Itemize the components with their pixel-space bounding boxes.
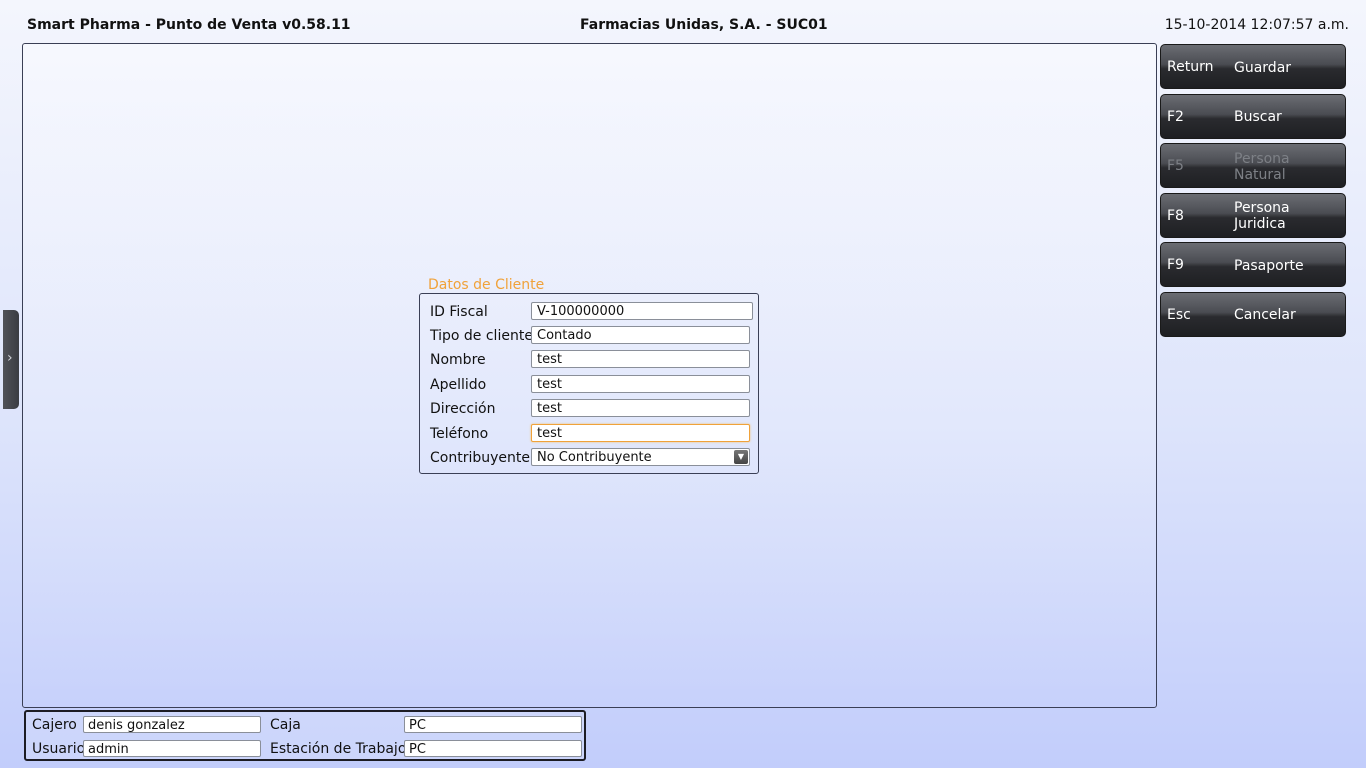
taxpayer-selected-value: No Contribuyente [537,450,652,465]
shortcut-key: Esc [1167,306,1191,323]
client-type-label: Tipo de cliente [430,328,533,344]
form-row-tipo-cliente: Tipo de cliente Contado [420,326,760,348]
form-row-telefono: Teléfono test [420,424,760,446]
company-branch: Farmacias Unidas, S.A. - SUC01 [580,17,828,33]
workstation-label: Estación de Trabajo [270,741,407,757]
address-label: Dirección [430,401,496,417]
first-name-input[interactable]: test [531,350,750,368]
app-title: Smart Pharma - Punto de Venta v0.58.11 [27,17,351,33]
user-field: admin [83,740,261,757]
taxpayer-select[interactable]: No Contribuyente ▼ [531,448,750,466]
shortcut-key: F5 [1167,158,1184,174]
side-panel-toggle[interactable]: › [3,310,19,409]
form-row-id-fiscal: ID Fiscal V-100000000 [420,302,760,324]
chevron-right-icon: › [7,350,13,366]
user-label: Usuario [32,741,86,757]
shortcut-key: Return [1167,59,1214,75]
register-field: PC [404,716,582,733]
shortcut-key: F9 [1167,257,1184,273]
last-name-label: Apellido [430,377,487,393]
phone-label: Teléfono [430,426,489,442]
chevron-down-icon[interactable]: ▼ [734,450,748,464]
client-type-input[interactable]: Contado [531,326,750,344]
datetime: 15-10-2014 12:07:57 a.m. [1164,17,1349,33]
cashier-label: Cajero [32,717,77,733]
button-label: Buscar [1234,109,1282,125]
button-label: Persona Natural [1234,150,1290,183]
function-keys-panel: Return Guardar F2 Buscar F5 Persona Natu… [1160,44,1348,341]
legal-entity-button[interactable]: F8 Persona Juridica [1160,192,1346,238]
form-row-direccion: Dirección test [420,399,760,421]
form-row-contribuyente: Contribuyente No Contribuyente ▼ [420,448,760,470]
button-label: Guardar [1234,59,1292,76]
button-label: Cancelar [1234,307,1296,323]
taxpayer-label: Contribuyente [430,450,530,466]
id-fiscal-label: ID Fiscal [430,304,488,320]
client-form: ID Fiscal V-100000000 Tipo de cliente Co… [419,293,759,474]
client-form-legend: Datos de Cliente [428,277,545,293]
search-button[interactable]: F2 Buscar [1160,93,1346,139]
id-fiscal-input[interactable]: V-100000000 [531,302,753,320]
button-label: Persona Juridica [1234,200,1290,232]
save-button[interactable]: Return Guardar [1160,44,1346,89]
last-name-input[interactable]: test [531,375,750,393]
phone-input[interactable]: test [531,424,750,442]
shortcut-key: F2 [1167,108,1184,125]
passport-button[interactable]: F9 Pasaporte [1160,242,1346,287]
form-row-nombre: Nombre test [420,350,760,372]
title-bar: Smart Pharma - Punto de Venta v0.58.11 F… [0,0,1366,40]
workstation-field: PC [404,740,582,757]
address-input[interactable]: test [531,399,750,417]
cashier-field: denis gonzalez [83,716,261,733]
form-row-apellido: Apellido test [420,375,760,397]
cancel-button[interactable]: Esc Cancelar [1160,291,1346,337]
session-info: Cajero denis gonzalez Caja PC Usuario ad… [24,710,586,761]
shortcut-key: F8 [1167,207,1184,224]
natural-person-button[interactable]: F5 Persona Natural [1160,143,1346,188]
first-name-label: Nombre [430,352,486,368]
register-label: Caja [270,717,301,733]
button-label: Pasaporte [1234,257,1304,274]
